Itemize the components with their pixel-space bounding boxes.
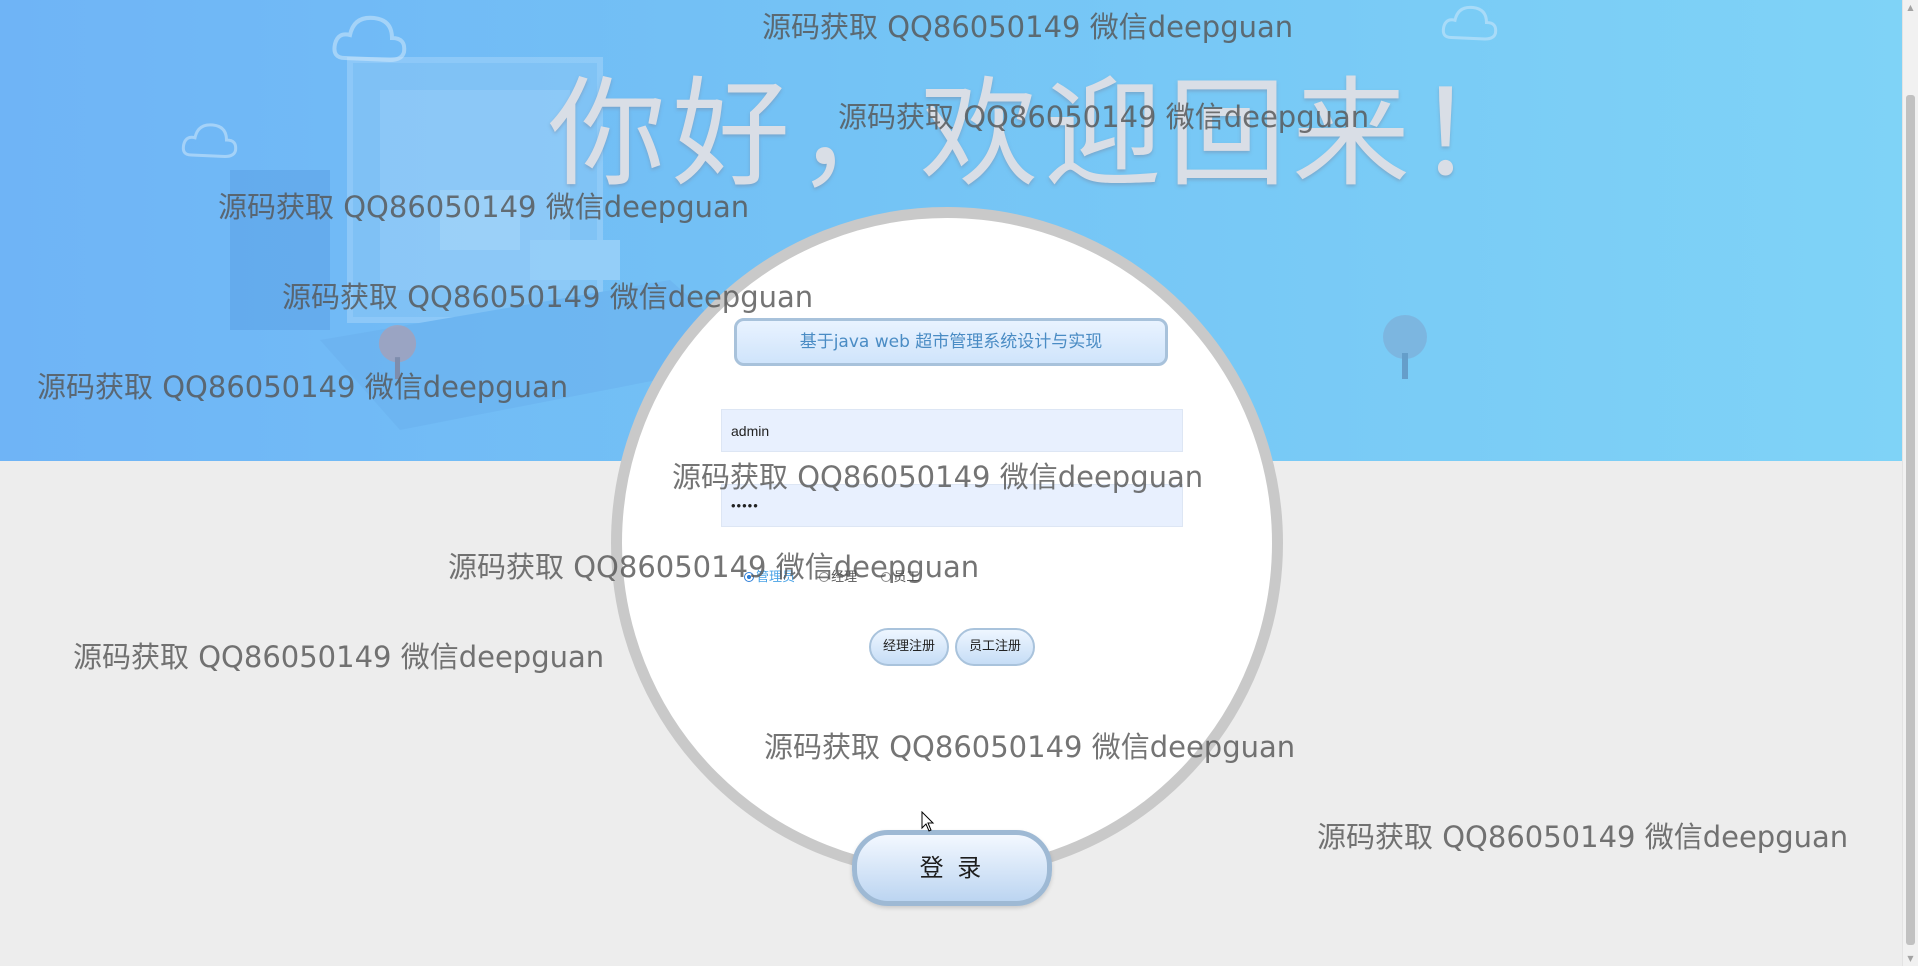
- cloud-icon: [181, 123, 238, 159]
- scroll-down-arrow-icon[interactable]: ▼: [1903, 951, 1918, 966]
- role-option-admin[interactable]: 管理员: [744, 566, 795, 585]
- tree-icon: [378, 325, 417, 380]
- manager-register-button[interactable]: 经理注册: [869, 628, 949, 666]
- cloud-icon: [332, 15, 407, 63]
- login-page: 你好，欢迎回来！ 基于java web 超市管理系统设计与实现 管理员 经理 员…: [0, 0, 1918, 966]
- login-button[interactable]: 登 录: [852, 830, 1052, 906]
- radio-icon[interactable]: [881, 572, 892, 582]
- scroll-up-arrow-icon[interactable]: ▲: [1903, 0, 1918, 15]
- employee-register-button[interactable]: 员工注册: [955, 628, 1035, 666]
- scrollbar-thumb[interactable]: [1906, 95, 1915, 945]
- role-selector: 管理员 经理 员工: [744, 566, 939, 585]
- username-input[interactable]: [721, 409, 1183, 452]
- login-circle: [611, 207, 1283, 879]
- password-input[interactable]: [721, 484, 1183, 527]
- radio-icon[interactable]: [819, 572, 830, 582]
- welcome-heading: 你好，欢迎回来！: [548, 69, 1541, 201]
- mouse-cursor-icon: [921, 811, 935, 832]
- role-option-manager[interactable]: 经理: [819, 566, 857, 585]
- tree-icon: [1383, 315, 1427, 379]
- system-title: 基于java web 超市管理系统设计与实现: [734, 318, 1168, 366]
- vertical-scrollbar[interactable]: ▲ ▼: [1902, 0, 1918, 966]
- role-option-employee[interactable]: 员工: [881, 566, 919, 585]
- radio-checked-icon[interactable]: [744, 572, 754, 582]
